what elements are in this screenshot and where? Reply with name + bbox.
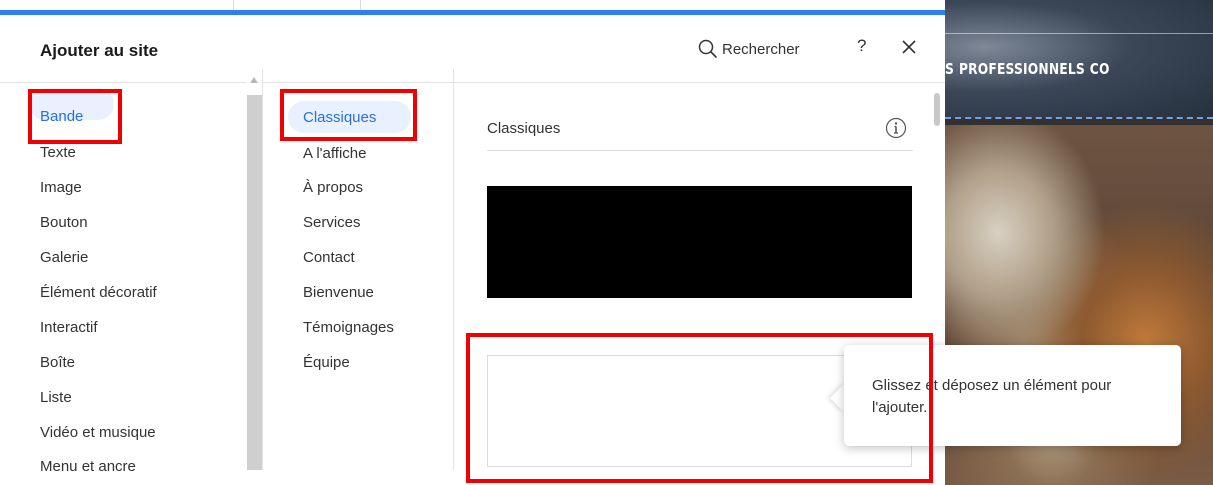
panel-title: Ajouter au site: [40, 41, 159, 60]
category-item-texte[interactable]: Texte: [40, 144, 76, 161]
website-nav-fragment: CO: [1089, 60, 1110, 78]
highlight-box-bande: [28, 89, 122, 144]
website-nav-fragment: S: [945, 60, 955, 78]
search-icon: [698, 39, 717, 58]
help-button[interactable]: ?: [857, 36, 866, 56]
section-title: Classiques: [487, 120, 561, 137]
subcategory-item-temoignages[interactable]: Témoignages: [303, 319, 394, 336]
website-nav-professionnels: PROFESSIONNELS: [958, 60, 1085, 78]
category-item-liste[interactable]: Liste: [40, 389, 72, 406]
highlight-box-preset: [466, 333, 933, 483]
category-scrollbar-thumb[interactable]: [247, 95, 262, 470]
panel-header: Ajouter au site Rechercher ?: [0, 15, 945, 83]
close-button[interactable]: [902, 40, 916, 59]
info-icon[interactable]: [885, 117, 907, 144]
subcategory-item-equipe[interactable]: Équipe: [303, 354, 350, 371]
strip-preset-thumbnail[interactable]: [487, 186, 912, 298]
website-nav-bar: S PROFESSIONNELS CO: [945, 0, 1213, 118]
highlight-box-classiques: [280, 89, 417, 141]
category-item-menu-ancre[interactable]: Menu et ancre: [40, 458, 136, 475]
category-item-boite[interactable]: Boîte: [40, 354, 75, 371]
info-icon-graphic: [885, 117, 907, 139]
subcategory-item-contact[interactable]: Contact: [303, 249, 355, 266]
website-nav-line: [945, 33, 1213, 34]
search-button[interactable]: Rechercher: [698, 37, 800, 61]
website-nav-text: S PROFESSIONNELS CO: [945, 60, 1110, 78]
content-scrollbar-thumb[interactable]: [934, 93, 940, 126]
category-item-galerie[interactable]: Galerie: [40, 249, 88, 266]
close-icon: [902, 40, 916, 54]
scroll-up-arrow-icon[interactable]: [250, 77, 258, 83]
column-divider: [262, 69, 263, 470]
section-divider: [487, 150, 913, 151]
subcategory-item-a-propos[interactable]: À propos: [303, 179, 363, 196]
column-divider: [453, 69, 454, 470]
category-item-image[interactable]: Image: [40, 179, 82, 196]
subcategory-item-services[interactable]: Services: [303, 214, 361, 231]
category-item-element-decoratif[interactable]: Élément décoratif: [40, 284, 157, 301]
category-item-interactif[interactable]: Interactif: [40, 319, 98, 336]
category-item-video-musique[interactable]: Vidéo et musique: [40, 424, 156, 441]
search-label: Rechercher: [722, 40, 800, 58]
subcategory-item-bienvenue[interactable]: Bienvenue: [303, 284, 374, 301]
website-section-guide: [945, 117, 1213, 119]
subcategory-item-a-laffiche[interactable]: A l'affiche: [303, 145, 366, 162]
category-item-bouton[interactable]: Bouton: [40, 214, 88, 231]
